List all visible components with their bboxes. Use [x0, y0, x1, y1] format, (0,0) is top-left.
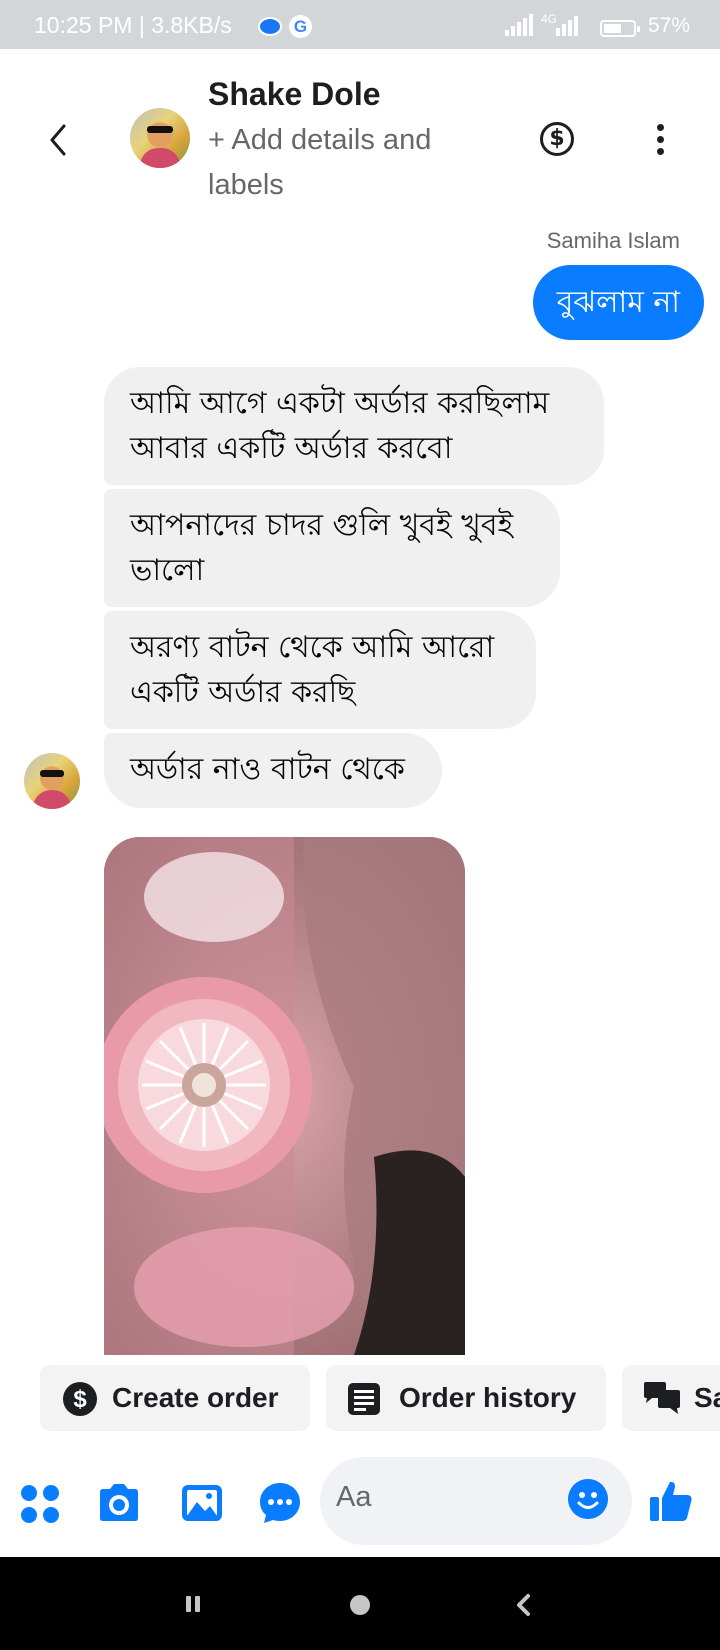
dollar-icon[interactable]: $ [540, 122, 574, 156]
contact-avatar[interactable] [130, 108, 190, 168]
chat-dots-icon[interactable] [258, 1481, 302, 1525]
create-order-chip[interactable]: $ Create order [40, 1365, 310, 1431]
emoji-icon[interactable] [568, 1479, 608, 1519]
network-type-label: 4G [541, 12, 558, 26]
signal-icon-2 [556, 16, 578, 36]
outgoing-message[interactable]: বুঝলাম না [532, 265, 704, 340]
status-bar: 10:25 PM | 3.8KB/s G 4G 57% [0, 0, 720, 49]
chip-label: Create order [112, 1382, 279, 1413]
chip-label: Order history [399, 1382, 577, 1413]
flower-fabric-image [104, 837, 465, 1355]
message-input[interactable]: Aa [320, 1457, 632, 1545]
sender-avatar[interactable] [24, 753, 80, 809]
nav-back-icon[interactable] [513, 1593, 533, 1617]
thumbs-up-icon[interactable] [648, 1478, 694, 1524]
system-nav-bar [0, 1557, 720, 1650]
signal-icon [505, 14, 533, 36]
status-time: 10:25 PM | 3.8KB/s [34, 12, 232, 38]
gallery-icon[interactable] [180, 1482, 224, 1524]
back-chevron-icon[interactable] [40, 118, 80, 162]
incoming-message[interactable]: অর্ডার নাও বাটন থেকে [104, 733, 442, 808]
recent-apps-icon[interactable] [184, 1595, 202, 1613]
apps-grid-icon[interactable] [20, 1484, 60, 1524]
messenger-notification-icon [258, 17, 282, 36]
dollar-circle-icon: $ [63, 1382, 97, 1416]
contact-name[interactable]: Shake Dole [208, 76, 381, 113]
battery-percent: 57% [648, 14, 691, 37]
battery-icon [600, 20, 640, 37]
image-message[interactable] [104, 837, 465, 1355]
chip-label: Sa [694, 1382, 720, 1413]
message-input-placeholder: Aa [336, 1481, 372, 1513]
incoming-message[interactable]: অরণ্য বাটন থেকে আমি আরো একটি অর্ডার করছি [104, 611, 536, 729]
incoming-message[interactable]: আপনাদের চাদর গুলি খুবই খুবই ভালো [104, 489, 560, 607]
svg-text:$: $ [73, 1386, 87, 1413]
saved-replies-chip[interactable]: Sa [622, 1365, 720, 1431]
more-vert-icon[interactable] [648, 124, 672, 158]
add-details-link[interactable]: + Add details and labels [208, 118, 478, 208]
incoming-message[interactable]: আমি আগে একটা অর্ডার করছিলাম আবার একটি অর… [104, 367, 604, 485]
receipt-icon [348, 1383, 380, 1415]
home-icon[interactable] [350, 1595, 370, 1615]
camera-icon[interactable] [96, 1482, 142, 1524]
outgoing-sender-name: Samiha Islam [546, 228, 680, 253]
google-notification-icon: G [289, 15, 312, 38]
order-history-chip[interactable]: Order history [326, 1365, 606, 1431]
chat-bubbles-icon [644, 1382, 680, 1414]
